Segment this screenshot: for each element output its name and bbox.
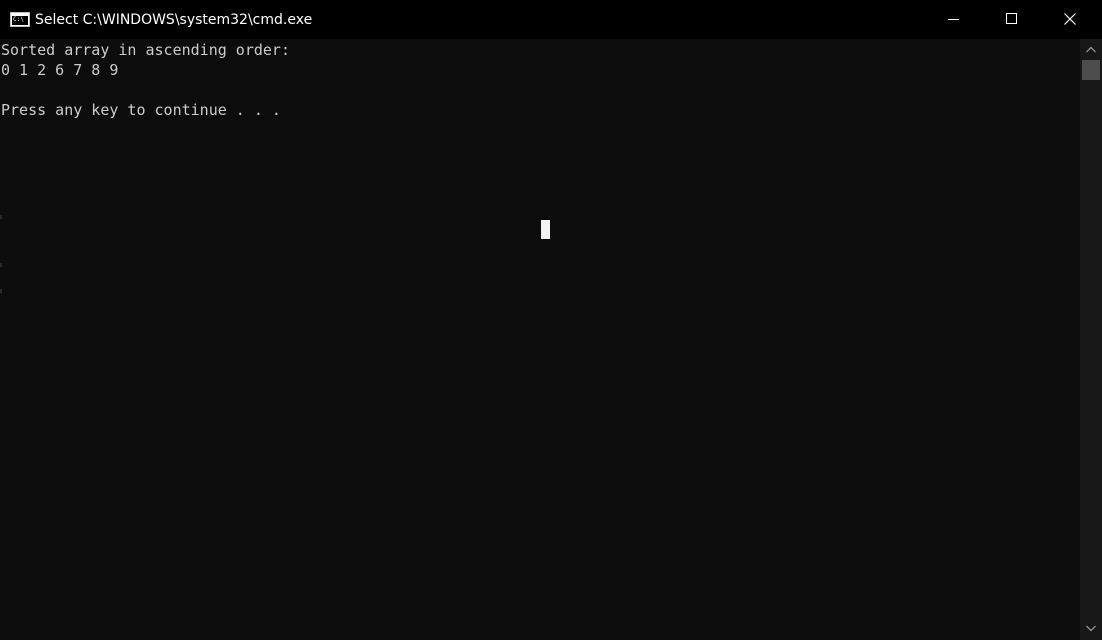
console-line-4: Press any key to continue . . . — [1, 101, 281, 119]
console-output-area[interactable]: Sorted array in ascending order: 0 1 2 6… — [0, 39, 1080, 640]
close-button[interactable] — [1042, 0, 1100, 39]
scroll-down-button[interactable] — [1080, 620, 1102, 638]
left-edge-mark — [0, 289, 2, 293]
left-edge-mark — [0, 263, 2, 267]
maximize-button[interactable] — [984, 0, 1042, 39]
console-line-1: Sorted array in ascending order: — [1, 41, 290, 59]
close-icon — [1064, 13, 1076, 25]
scrollbar-thumb[interactable] — [1082, 60, 1100, 80]
maximize-icon — [1006, 13, 1017, 24]
scroll-down-arrow-icon — [1086, 625, 1096, 632]
console-line-2: 0 1 2 6 7 8 9 — [1, 61, 119, 79]
window-title: Select C:\WINDOWS\system32\cmd.exe — [35, 12, 313, 28]
minimize-button[interactable] — [926, 0, 984, 39]
left-edge-mark — [0, 215, 2, 219]
cmd-icon-label: C:\ — [13, 16, 24, 23]
cmd-console-icon[interactable]: C:\ — [10, 12, 30, 27]
minimize-icon — [948, 19, 959, 20]
cmd-window: C:\ Select C:\WINDOWS\system32\cmd.exe S… — [0, 0, 1102, 640]
text-cursor-block — [541, 220, 550, 239]
title-bar[interactable]: C:\ Select C:\WINDOWS\system32\cmd.exe — [0, 0, 1102, 39]
vertical-scrollbar[interactable] — [1080, 39, 1102, 640]
scroll-up-button[interactable] — [1080, 41, 1102, 59]
scroll-up-arrow-icon — [1086, 46, 1096, 53]
